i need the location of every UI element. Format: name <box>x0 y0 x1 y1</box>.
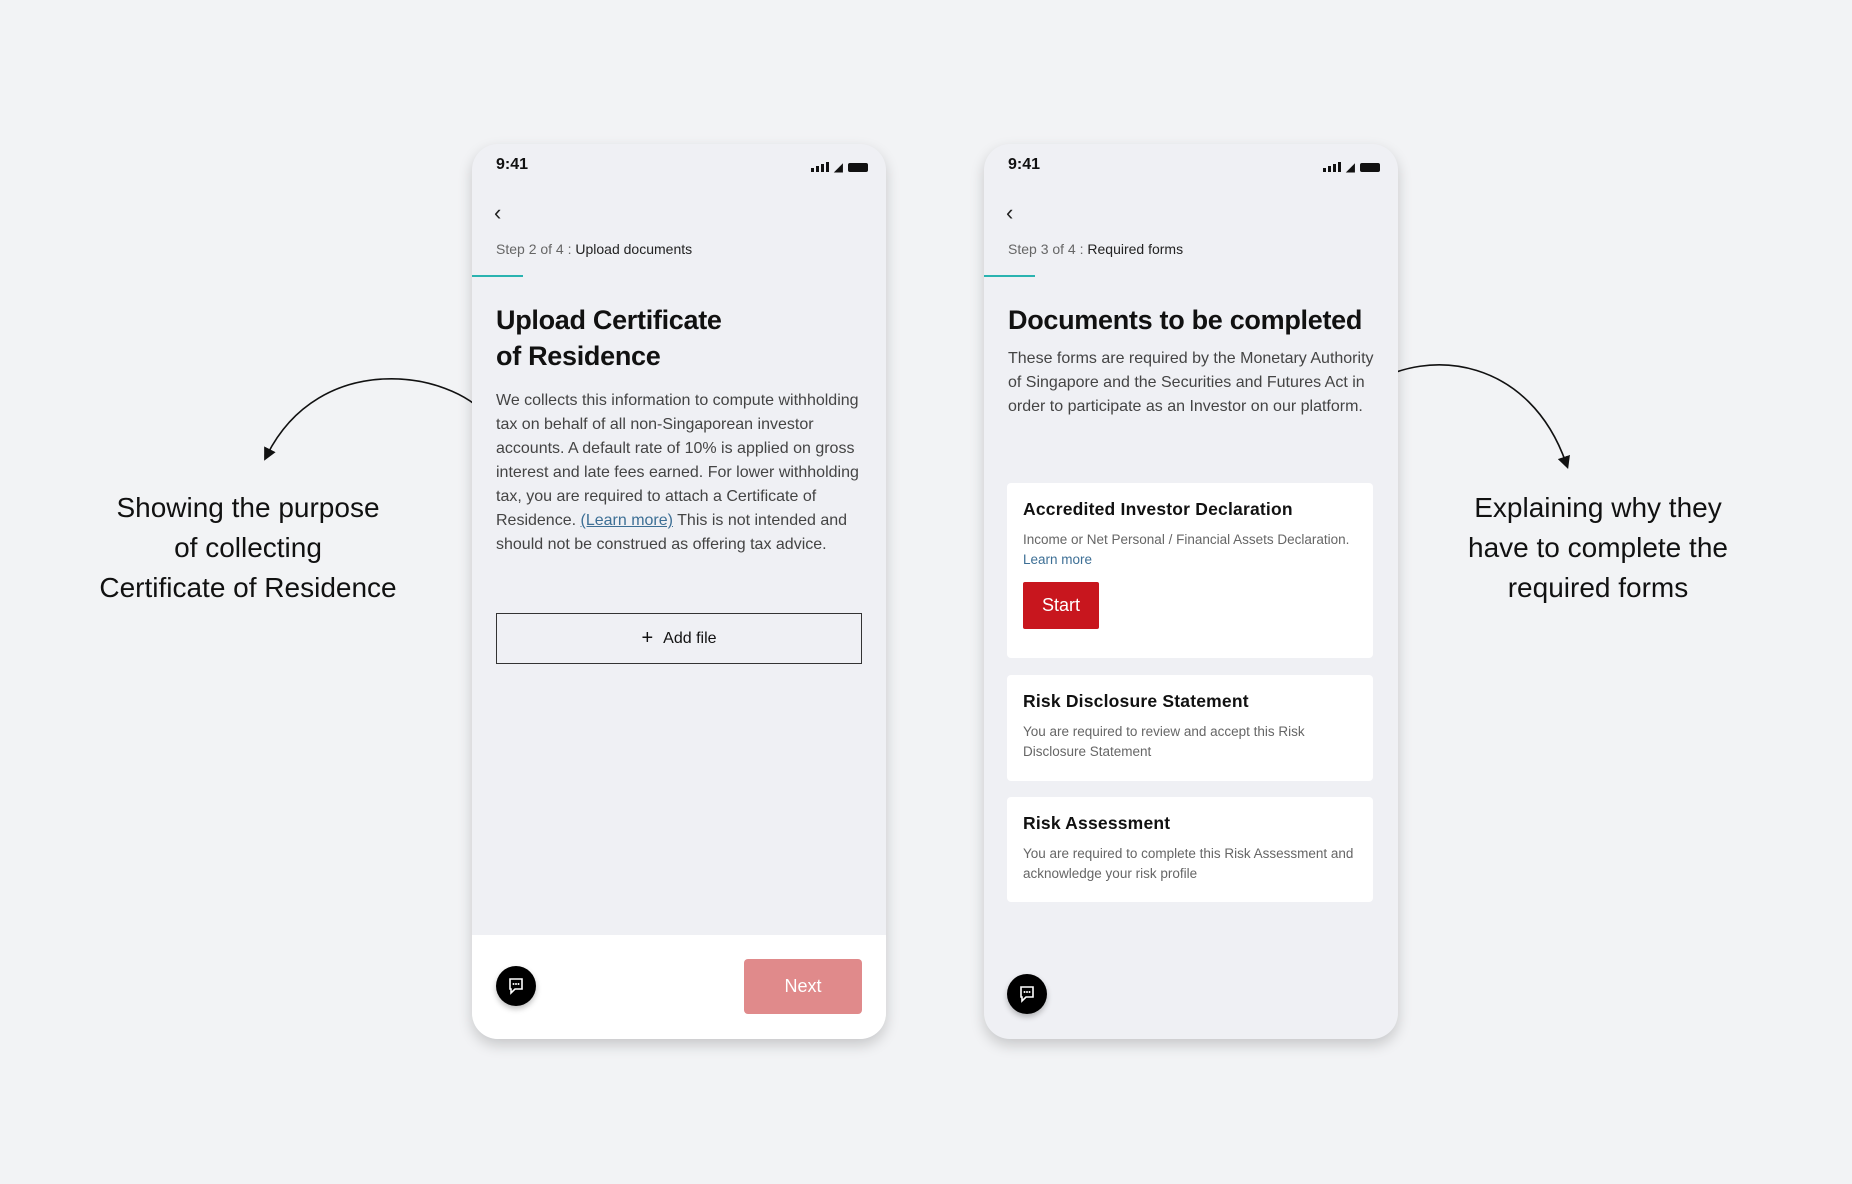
battery-icon <box>848 162 868 172</box>
status-time: 9:41 <box>1008 156 1041 173</box>
status-icons: ◢ <box>1322 160 1380 174</box>
description: We collects this information to compute … <box>496 392 859 553</box>
next-button[interactable]: Next <box>744 959 862 1014</box>
form-card[interactable]: Risk Assessment You are required to comp… <box>1007 797 1373 902</box>
form-card: Accredited Investor Declaration Income o… <box>1007 483 1373 658</box>
upload-documents-screen: 9:41 ◢ ‹ Step 2 of 4 : Upload documents … <box>472 144 886 1039</box>
signal-icon <box>810 162 829 172</box>
signal-icon <box>1322 162 1341 172</box>
back-chevron-icon[interactable]: ‹ <box>1006 200 1013 226</box>
chat-icon <box>1020 986 1034 1003</box>
chat-button[interactable] <box>496 966 536 1006</box>
required-forms-screen: 9:41 ◢ ‹ Step 3 of 4 : Required forms Do… <box>984 144 1398 1039</box>
status-time: 9:41 <box>496 156 529 173</box>
learn-more-link[interactable]: Learn more <box>1023 552 1092 567</box>
back-chevron-icon[interactable]: ‹ <box>494 200 501 226</box>
status-icons: ◢ <box>810 160 868 174</box>
left-arrow <box>264 378 489 461</box>
left-annotation: Showing the purpose of collecting Certific… <box>99 492 397 603</box>
step-indicator: Step 2 of 4 : Upload documents <box>496 241 693 257</box>
start-button[interactable]: Start <box>1023 582 1099 629</box>
form-card[interactable]: Risk Disclosure Statement You are requir… <box>1007 675 1373 781</box>
step-indicator: Step 3 of 4 : Required forms <box>1008 241 1184 257</box>
learn-more-link[interactable]: (Learn more) <box>581 512 673 529</box>
chat-button[interactable] <box>1007 974 1047 1014</box>
right-annotation: Explaining why they have to complete the r… <box>1468 492 1728 603</box>
add-file-button[interactable]: + Add file <box>496 613 862 664</box>
description: These forms are required by the Monetary… <box>1008 350 1374 415</box>
battery-icon <box>1360 162 1380 172</box>
wifi-icon: ◢ <box>833 160 843 174</box>
progress-bar <box>472 275 523 277</box>
progress-bar <box>984 275 1035 277</box>
plus-icon: + <box>641 627 654 649</box>
wifi-icon: ◢ <box>1345 160 1355 174</box>
chat-icon <box>509 978 523 995</box>
page-title: Upload Certificate of Residence <box>496 305 722 371</box>
page-title: Documents to be completed <box>1008 305 1363 335</box>
